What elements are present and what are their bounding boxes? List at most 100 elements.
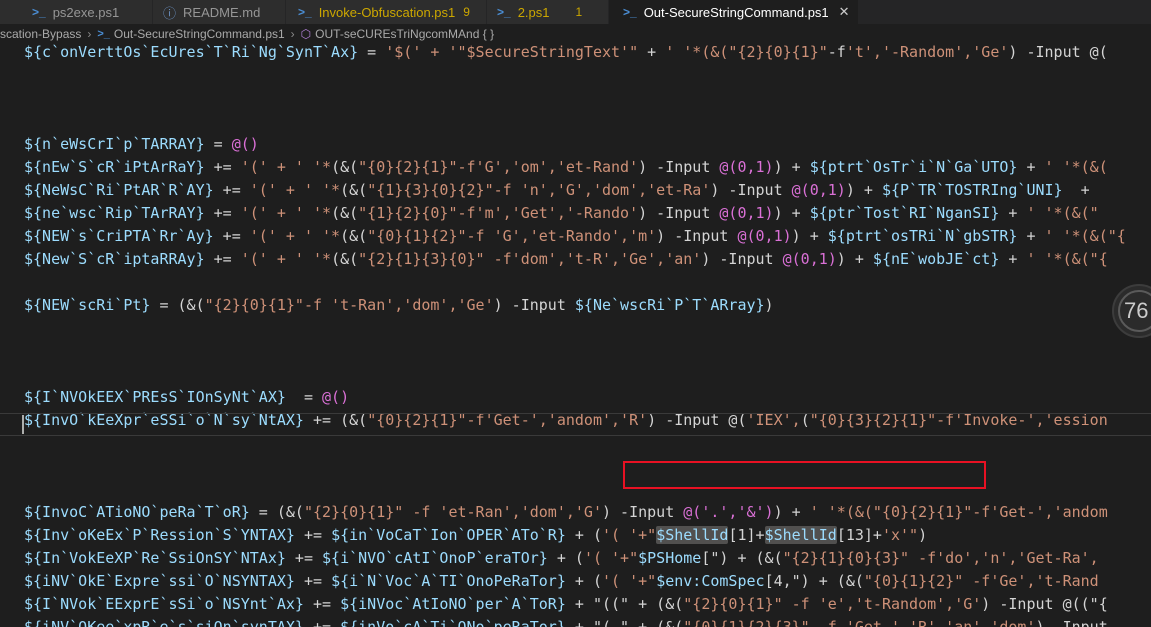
highlight-annotation-box <box>623 461 986 489</box>
problem-count-badge: 9 <box>463 5 470 19</box>
powershell-icon: >_ <box>97 28 110 40</box>
code-token: '( '+" <box>583 549 639 567</box>
code-token: [4,") + (&( <box>764 572 864 590</box>
code-token: ) + <box>773 204 810 222</box>
tab-label: README.md <box>183 4 261 20</box>
code-token: ) -Input <box>656 227 738 245</box>
code-token: ${ptrt`OsTr`i`N`Ga`UTO} <box>809 158 1018 176</box>
chevron-right-icon: › <box>290 27 295 41</box>
code-token: [13]+ <box>836 526 882 544</box>
code-token: "{2}{0}{1}" -f 'et-Ran','dom','G' <box>303 503 602 521</box>
code-token: -f <box>827 44 846 61</box>
code-line: ${c`onVerttOs`EcUres`T`Ri`Ng`SynT`Ax} = … <box>24 44 1108 64</box>
code-token: "{2}{1}{0}{3}" -f'do','n','Get-Ra', <box>782 549 1099 567</box>
tab-2ps1[interactable]: >_ 2.ps1 1 <box>487 0 609 24</box>
function-symbol-icon: ⬡ <box>300 27 312 41</box>
code-line: ${NeWsC`Ri`PtAR`R`AY} += '(' + ' '*(&("{… <box>24 179 1099 202</box>
code-line: ${iNV`OkE`Expre`ssi`O`NSYNTAX} += ${i`N`… <box>24 570 1099 593</box>
chevron-right-icon: › <box>87 27 92 41</box>
tab-label: Out-SecureStringCommand.ps1 <box>643 4 829 20</box>
code-token: ) -Input <box>638 204 720 222</box>
code-line: ${In`VokEeXP`Re`SsiOnSY`NTAx} += ${i`NVO… <box>24 547 1099 570</box>
code-token: (&( <box>340 227 368 245</box>
code-token: + ( <box>547 549 584 567</box>
code-token: ' '*(&("{0}{2}{1}"-f'Get-','andom <box>809 503 1108 521</box>
code-token: ${iNV`OKee`xpR`e`s`siOn`synTAX} <box>24 618 304 627</box>
code-token: ${InvoC`ATioNO`peRa`T`oR} <box>24 503 250 521</box>
code-token: '(' + ' '* <box>240 158 332 176</box>
code-line: ${New`S`cR`iptaRRAy} += '(' + ' '*(&("{2… <box>24 248 1108 271</box>
code-token: ${NEW`s`CriPTA`Rr`Ay} <box>24 227 214 245</box>
code-token: += <box>303 618 341 627</box>
code-token: ) <box>918 526 928 544</box>
code-token: += <box>213 227 250 245</box>
breadcrumb-file[interactable]: Out-SecureStringCommand.ps1 <box>114 27 285 41</box>
code-token: += <box>204 204 241 222</box>
code-token: += <box>294 526 332 544</box>
breadcrumb-symbol[interactable]: OUT-seCUREsTriNgcomMAnd { } <box>315 27 494 41</box>
code-token: ) -Input <box>493 296 575 314</box>
tab-ps2exe[interactable]: >_ ps2exe.ps1 <box>0 0 153 24</box>
breadcrumb-folder[interactable]: scation-Bypass <box>0 27 81 41</box>
code-token: '(' + ' '* <box>240 250 332 268</box>
powershell-icon: >_ <box>623 5 637 19</box>
tab-readme[interactable]: ⓘ README.md <box>153 0 286 24</box>
code-token: ${In`VokEeXP`Re`SsiOnSY`NTAx} <box>24 549 286 567</box>
code-editor[interactable]: ${c`onVerttOs`EcUres`T`Ri`Ng`SynT`Ax} = … <box>0 44 1151 627</box>
tab-out-securestringcommand[interactable]: >_ Out-SecureStringCommand.ps1 ✕ <box>609 0 859 24</box>
tab-label: 2.ps1 <box>517 4 550 20</box>
code-token: '(' + ' '* <box>240 204 332 222</box>
code-token: '(' + ' '* <box>249 227 341 245</box>
text-cursor <box>22 415 24 434</box>
code-line: ${NEW`s`CriPTA`Rr`Ay} += '(' + ' '*(&("{… <box>24 225 1126 248</box>
code-token: ) <box>764 296 774 314</box>
info-icon: ⓘ <box>163 5 177 21</box>
code-token: @(0,1) <box>791 181 846 199</box>
code-token: + ( <box>565 526 602 544</box>
code-token: [1]+ <box>728 526 765 544</box>
code-token: "{1}{2}{0}"-f'm','Get','-Rando' <box>358 204 639 222</box>
code-token: ${c`onVerttOs`EcUres`T`Ri`Ng`SynT`Ax} <box>24 44 359 61</box>
code-token: ' '*(&(" <box>1026 204 1099 222</box>
code-token: ${iNVoc`AtIoNO`per`A`ToR} <box>340 595 566 613</box>
code-token: ${iNV`OkE`Expre`ssi`O`NSYNTAX} <box>24 572 295 590</box>
code-token: (&( <box>340 181 368 199</box>
code-token: = <box>285 388 323 406</box>
code-token: ${nE`wobJE`ct} <box>872 250 1000 268</box>
problem-count-badge: 1 <box>575 5 583 19</box>
code-token: ) -Input <box>638 158 720 176</box>
code-token: 'x'" <box>881 526 919 544</box>
code-token: = (&( <box>249 503 304 521</box>
code-token: ) -Input <box>701 250 783 268</box>
tab-invoke-obfuscation[interactable]: >_ Invoke-Obfuscation.ps1 9 <box>286 0 487 24</box>
code-token: ) -Input <box>710 181 792 199</box>
code-token: + <box>1062 181 1099 199</box>
code-token: ${inVo`cA`Ti`ONo`peRaTor} <box>340 618 566 627</box>
code-token: $ShellId <box>656 526 729 544</box>
code-token: ) -Input @( <box>1008 44 1108 61</box>
code-token: + <box>638 44 666 61</box>
close-icon[interactable]: ✕ <box>839 4 850 20</box>
code-token: '( '+" <box>602 526 657 544</box>
code-token: += <box>213 181 250 199</box>
powershell-icon: >_ <box>32 5 46 19</box>
code-token: ${nEw`S`cR`iPtArRaY} <box>24 158 205 176</box>
code-token: ) + <box>845 181 882 199</box>
code-token: ' '*(&("{ <box>1044 227 1126 245</box>
code-token: = <box>358 44 386 61</box>
code-token: ${NeWsC`Ri`PtAR`R`AY} <box>24 181 214 199</box>
code-token: @(0,1) <box>782 250 837 268</box>
code-token: $env:ComSpec <box>656 572 765 590</box>
breadcrumb: scation-Bypass › >_ Out-SecureStringComm… <box>0 24 1151 44</box>
code-token: ${Ne`wscRi`P`T`ARray} <box>574 296 765 314</box>
code-token: ) + <box>773 503 810 521</box>
code-token: ) -Input @(("{ <box>981 595 1108 613</box>
code-token: ' '*(&( <box>1044 158 1108 176</box>
code-token: ) -Input <box>1035 618 1108 627</box>
code-token: "{0}{1}{2}" -f'Ge','t-Rand <box>863 572 1099 590</box>
code-token: + <box>1017 158 1045 176</box>
code-token: ${NEW`scRi`Pt} <box>24 296 151 314</box>
code-token: + <box>999 204 1027 222</box>
code-token: ' '*(&( <box>665 44 729 61</box>
code-token: "{0}{1}{2}"-f 'G','et-Rando','m' <box>367 227 657 245</box>
